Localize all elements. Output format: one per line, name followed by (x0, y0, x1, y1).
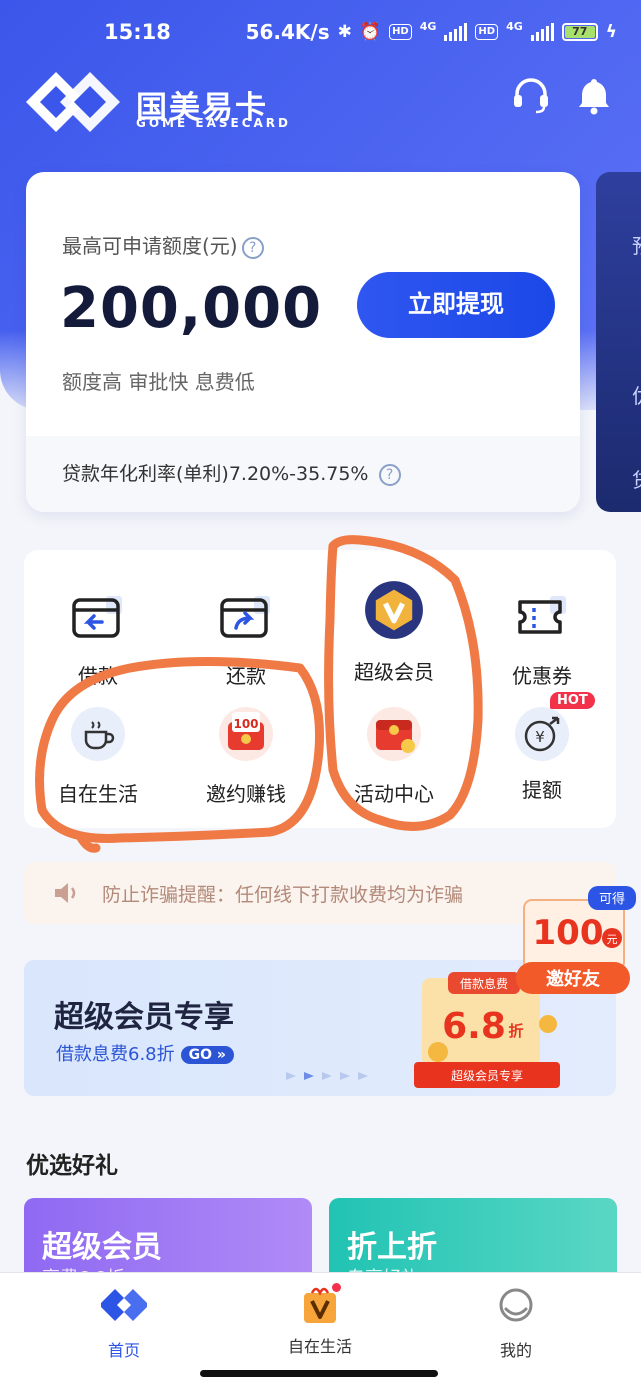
menu-item-activity[interactable]: 活动中心 (320, 706, 468, 807)
nav-label: 我的 (499, 1341, 532, 1360)
hd-badge-2: HD (475, 24, 499, 40)
nav-life-icon-wrap (297, 1283, 343, 1325)
credit-card: 最高可申请额度(元)? 200,000 额度高 审批快 息费低 立即提现 贷款年… (26, 172, 580, 512)
alarm-icon: ⏰ (359, 22, 382, 42)
menu-item-life[interactable]: 自在生活 (24, 706, 172, 807)
charging-icon: ϟ (605, 22, 617, 42)
section-title: 优选好礼 (26, 1153, 118, 1179)
red-envelope-100-icon: 100 (219, 707, 273, 761)
side-card-glyph: 预 (632, 230, 641, 259)
battery-level: 77 (564, 26, 595, 38)
menu-item-invite[interactable]: 100 邀约赚钱 (172, 706, 320, 807)
coupon-icon (518, 596, 566, 634)
headset-icon[interactable] (510, 74, 552, 116)
menu-label: 借款 (78, 664, 118, 688)
coupon-unit: 折 (508, 1022, 523, 1040)
banner-subtitle-text: 借款息费6.8折 (56, 1044, 175, 1065)
credit-limit-label-text: 最高可申请额度(元) (62, 234, 238, 258)
side-card-peek[interactable]: 预 优 贷 (596, 172, 641, 512)
nav-mine[interactable]: 我的 (456, 1285, 576, 1361)
nav-life[interactable]: 自在生活 (260, 1283, 380, 1357)
gome-logo-icon (26, 72, 120, 132)
invite-friend-float[interactable]: 100 元 可得 邀好友 (516, 886, 638, 996)
bell-icon[interactable] (573, 74, 615, 116)
nav-label: 首页 (107, 1341, 140, 1360)
help-icon[interactable]: ? (241, 236, 264, 259)
status-right: 56.4K/s ✱ ⏰ HD 4G HD 4G 77 ϟ (245, 19, 617, 45)
carousel-indicator (286, 1072, 368, 1080)
notice-text: 防止诈骗提醒：任何线下打款收费均为诈骗 (102, 884, 464, 906)
nav-home[interactable]: 首页 (64, 1285, 184, 1361)
invite-unit: 元 (607, 933, 618, 946)
banner-title: 超级会员专享 (54, 1000, 234, 1035)
rate-help-icon[interactable]: ? (378, 463, 401, 486)
coupon-footer: 超级会员专享 (451, 1068, 523, 1083)
interest-rate-bar: 贷款年化利率(单利)7.20%-35.75% ? (26, 436, 580, 512)
side-card-glyph: 优 (632, 380, 641, 409)
coupon-top-text: 借款息费 (460, 976, 508, 991)
network-type-2: 4G (506, 19, 523, 33)
credit-amount: 200,000 (60, 276, 323, 341)
nav-label: 自在生活 (287, 1337, 352, 1356)
net-speed: 56.4K/s (245, 20, 330, 44)
invite-tag: 可得 (599, 891, 625, 907)
menu-label: 超级会员 (354, 660, 434, 684)
brand-name-en: GOME EASECARD (136, 116, 291, 130)
hd-badge: HD (389, 24, 412, 40)
menu-grid: 借款 还款 超级会员 优惠券 自在生活 100 邀约赚钱 活动中心 ¥ HOT … (24, 550, 616, 828)
vip-icon (365, 581, 423, 639)
side-card-glyph: 贷 (632, 464, 641, 493)
gift-card-title: 超级会员 (42, 1230, 162, 1265)
menu-item-vip[interactable]: 超级会员 (320, 580, 468, 685)
signal-icon-2 (530, 23, 554, 41)
signal-icon (444, 23, 468, 41)
menu-label: 还款 (226, 664, 266, 688)
svg-text:100: 100 (233, 717, 258, 731)
network-type: 4G (419, 19, 437, 33)
menu-label: 邀约赚钱 (206, 782, 286, 806)
credit-limit-label: 最高可申请额度(元)? (62, 230, 264, 259)
go-badge[interactable]: GO » (180, 1046, 234, 1064)
interest-rate-text: 贷款年化利率(单利)7.20%-35.75% (62, 463, 369, 485)
menu-label: 优惠券 (512, 664, 572, 688)
invite-label: 邀好友 (546, 968, 600, 990)
bluetooth-icon: ✱ (337, 22, 352, 42)
profile-icon (499, 1288, 533, 1322)
invite-amount: 100 (533, 913, 604, 953)
status-time: 15:18 (104, 20, 171, 44)
gift-card-title: 折上折 (347, 1230, 437, 1265)
gift-box-icon (367, 707, 421, 761)
raise-limit-wrap: ¥ HOT (514, 692, 595, 762)
menu-item-borrow[interactable]: 借款 (24, 588, 172, 689)
home-icon (99, 1289, 149, 1321)
home-indicator (200, 1370, 438, 1377)
menu-label: 自在生活 (58, 782, 138, 806)
menu-item-raise-limit[interactable]: ¥ HOT 提额 (468, 692, 616, 803)
svg-text:¥: ¥ (535, 728, 545, 746)
raise-limit-icon: ¥ (515, 707, 569, 761)
withdraw-button[interactable]: 立即提现 (357, 272, 555, 338)
menu-item-repay[interactable]: 还款 (172, 588, 320, 689)
menu-label: 活动中心 (354, 782, 434, 806)
menu-label: 提额 (522, 778, 562, 802)
speaker-icon (55, 883, 76, 903)
credit-tagline: 额度高 审批快 息费低 (62, 370, 255, 394)
borrow-icon (72, 596, 122, 638)
go-label: GO (188, 1047, 213, 1063)
repay-icon (220, 596, 270, 638)
menu-item-coupon[interactable]: 优惠券 (468, 588, 616, 689)
notification-dot (332, 1283, 341, 1292)
banner-subtitle: 借款息费6.8折 GO » (56, 1040, 234, 1066)
battery-icon: 77 (561, 23, 598, 41)
coffee-icon (71, 707, 125, 761)
hot-badge: HOT (550, 692, 595, 709)
coupon-value: 6.8 (442, 1006, 506, 1047)
status-bar: 15:18 56.4K/s ✱ ⏰ HD 4G HD 4G 77 ϟ (0, 0, 641, 70)
